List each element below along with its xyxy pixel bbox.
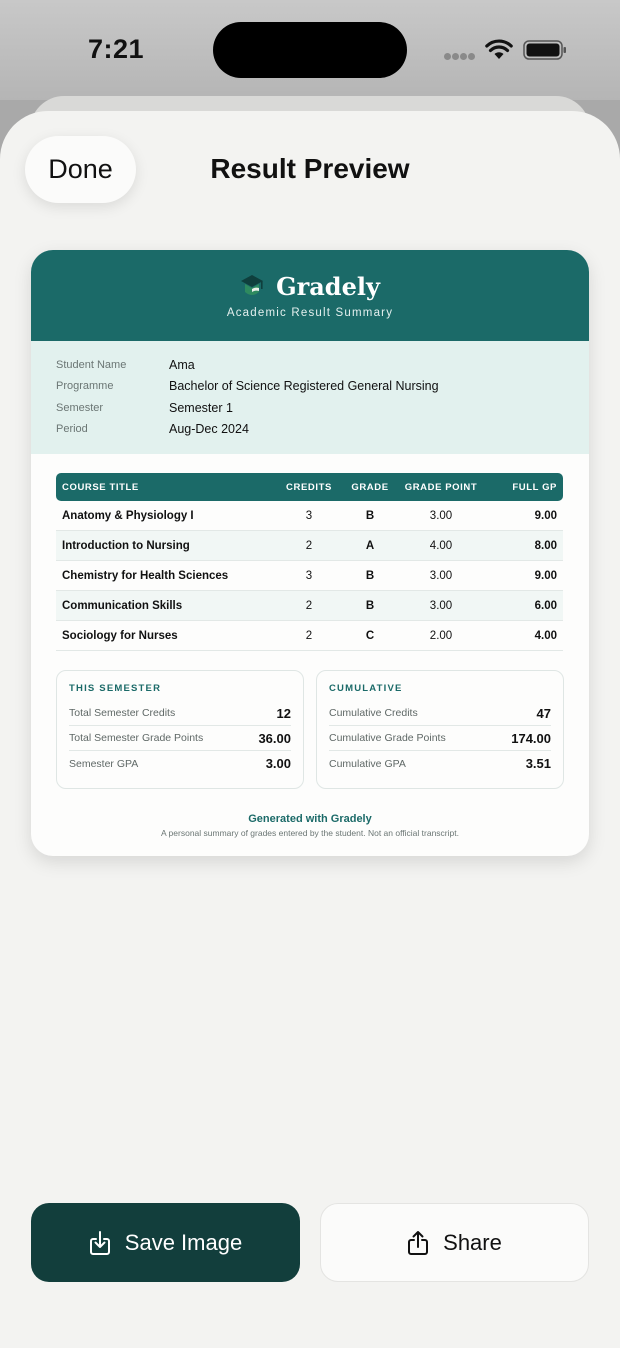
course-credits: 3 xyxy=(305,509,313,522)
summary-value: 36.00 xyxy=(258,730,291,746)
table-row: Introduction to Nursing 2 A 4.00 8.00 xyxy=(56,531,563,561)
brand-name: Gradely xyxy=(276,272,380,301)
col-full-gp: FULL GP xyxy=(512,481,557,493)
info-label: Semester xyxy=(56,402,104,414)
footer-note: A personal summary of grades entered by … xyxy=(161,828,459,838)
summary-label: Cumulative GPA xyxy=(329,757,406,770)
battery-icon xyxy=(523,40,566,60)
brand-tagline: Academic Result Summary xyxy=(226,307,394,319)
summary-row: Cumulative GPA 3.51 xyxy=(329,751,551,776)
info-label: Programme xyxy=(56,380,114,392)
course-title: Anatomy & Physiology I xyxy=(62,509,194,522)
course-title: Communication Skills xyxy=(62,599,183,612)
col-course-title: COURSE TITLE xyxy=(62,481,139,493)
summary-label: Total Semester Grade Points xyxy=(69,732,204,744)
summary-row: Semester GPA 3.00 xyxy=(69,751,291,776)
result-summary-card: Gradely Academic Result Summary Student … xyxy=(31,250,589,856)
summary-row: Total Semester Grade Points 36.00 xyxy=(69,726,291,751)
course-credits: 3 xyxy=(305,569,313,582)
summary-label: Semester GPA xyxy=(69,757,139,770)
share-label: Share xyxy=(443,1229,502,1255)
card-header: Gradely Academic Result Summary xyxy=(31,250,589,341)
table-row: Communication Skills 2 B 3.00 6.00 xyxy=(56,591,563,621)
brand-row: Gradely xyxy=(31,272,589,301)
info-row-programme: Programme Bachelor of Science Registered… xyxy=(56,376,576,396)
table-row: Sociology for Nurses 2 C 2.00 4.00 xyxy=(56,621,563,651)
graduation-cap-icon xyxy=(241,274,264,295)
save-image-label: Save Image xyxy=(124,1229,243,1255)
info-value: Bachelor of Science Registered General N… xyxy=(169,379,439,393)
info-value: Semester 1 xyxy=(169,401,233,415)
course-grade: A xyxy=(365,539,375,552)
course-title: Chemistry for Health Sciences xyxy=(62,569,229,582)
table-header: COURSE TITLE CREDITS GRADE GRADE POINT F… xyxy=(56,473,563,501)
summary-label: Total Semester Credits xyxy=(69,707,176,719)
summary-value: 47 xyxy=(536,705,551,721)
grades-table: COURSE TITLE CREDITS GRADE GRADE POINT F… xyxy=(56,473,563,651)
col-grade: GRADE xyxy=(351,481,389,493)
info-row-student-name: Student Name Ama xyxy=(56,355,576,375)
result-preview-sheet: Done Result Preview Gradely Academic Res… xyxy=(0,111,620,1348)
course-grade-point: 4.00 xyxy=(429,539,453,552)
summary-value: 12 xyxy=(276,705,291,721)
share-icon xyxy=(408,1230,429,1255)
course-full-gp: 8.00 xyxy=(534,539,557,552)
this-semester-summary: THIS SEMESTER Total Semester Credits 12 … xyxy=(56,670,304,789)
info-value: Ama xyxy=(169,358,195,372)
cumulative-summary: CUMULATIVE Cumulative Credits 47 Cumulat… xyxy=(316,670,564,789)
course-full-gp: 9.00 xyxy=(534,569,557,582)
course-full-gp: 6.00 xyxy=(534,599,557,612)
course-grade: B xyxy=(365,599,375,612)
download-tray-icon xyxy=(89,1230,110,1255)
summary-label: Cumulative Grade Points xyxy=(329,732,446,744)
student-info: Student Name Ama Programme Bachelor of S… xyxy=(31,341,589,454)
status-time: 7:21 xyxy=(88,34,145,64)
summary-heading: CUMULATIVE xyxy=(329,683,403,694)
course-title: Introduction to Nursing xyxy=(62,539,190,552)
cellular-signal-icon xyxy=(444,53,476,60)
course-grade-point: 3.00 xyxy=(429,599,453,612)
summary-row: Cumulative Credits 47 xyxy=(329,701,551,726)
course-grade-point: 3.00 xyxy=(429,569,453,582)
course-grade: C xyxy=(365,629,375,642)
summary-value: 174.00 xyxy=(511,730,551,746)
info-label: Period xyxy=(56,423,88,435)
course-grade-point: 3.00 xyxy=(429,509,453,522)
summary-label: Cumulative Credits xyxy=(329,707,418,719)
summary-heading: THIS SEMESTER xyxy=(69,683,162,694)
table-row: Anatomy & Physiology I 3 B 3.00 9.00 xyxy=(56,501,563,531)
course-credits: 2 xyxy=(305,599,313,612)
course-grade: B xyxy=(365,509,375,522)
summary-value: 3.51 xyxy=(525,756,551,771)
summary-row: Cumulative Grade Points 174.00 xyxy=(329,726,551,751)
summary-row: Total Semester Credits 12 xyxy=(69,701,291,726)
col-credits: CREDITS xyxy=(286,481,332,493)
dynamic-island xyxy=(213,22,407,78)
summary-value: 3.00 xyxy=(265,756,291,771)
footer-title: Generated with Gradely xyxy=(248,813,372,825)
info-label: Student Name xyxy=(56,359,127,371)
course-credits: 2 xyxy=(305,539,313,552)
info-row-semester: Semester Semester 1 xyxy=(56,398,576,418)
wifi-icon xyxy=(485,39,513,59)
sheet-title: Result Preview xyxy=(210,153,410,184)
col-grade-point: GRADE POINT xyxy=(404,481,478,493)
share-button[interactable]: Share xyxy=(320,1203,589,1282)
info-row-period: Period Aug-Dec 2024 xyxy=(56,419,576,439)
save-image-button[interactable]: Save Image xyxy=(31,1203,300,1282)
course-credits: 2 xyxy=(305,629,313,642)
course-full-gp: 9.00 xyxy=(534,509,557,522)
course-title: Sociology for Nurses xyxy=(62,629,178,642)
course-grade-point: 2.00 xyxy=(429,629,453,642)
status-bar: 7:21 xyxy=(0,0,620,100)
course-full-gp: 4.00 xyxy=(534,629,557,642)
table-row: Chemistry for Health Sciences 3 B 3.00 9… xyxy=(56,561,563,591)
info-value: Aug-Dec 2024 xyxy=(169,422,249,436)
course-grade: B xyxy=(365,569,375,582)
